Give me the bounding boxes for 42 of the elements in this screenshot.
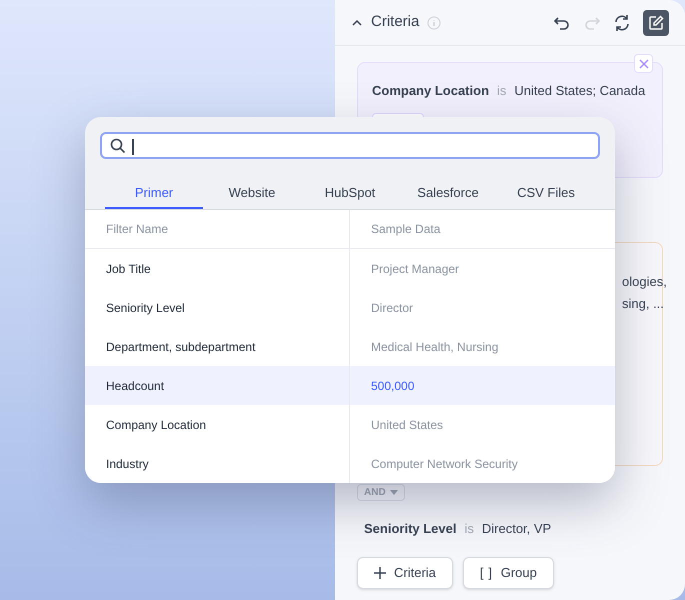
column-header: Filter Name [106, 221, 168, 238]
search-icon [110, 138, 126, 154]
caret-icon [390, 490, 398, 495]
close-button[interactable] [634, 54, 653, 73]
table-row[interactable]: Headcount 500,000 [85, 366, 615, 405]
add-group-button[interactable]: [ ] Group [462, 556, 554, 588]
criteria-field: Company Location [372, 81, 490, 100]
table-cell-text: Industry [106, 456, 149, 472]
table-cell-text: Director [371, 300, 414, 316]
edit-icon [648, 14, 664, 30]
criteria-value: Director, VP [482, 520, 552, 538]
add-criteria-button[interactable]: Criteria [357, 556, 453, 588]
tab[interactable]: HubSpot [301, 178, 399, 209]
table-cell-text: Project Manager [371, 260, 460, 278]
refresh-icon[interactable] [613, 14, 631, 32]
tab[interactable]: CSV Files [497, 178, 595, 209]
table-cell-text: Company Location [106, 416, 206, 434]
search-field[interactable] [100, 132, 600, 160]
table-cell-text: Medical Health, Nursing [371, 338, 498, 356]
criteria-value: sing, ... [622, 295, 664, 313]
criteria-field: Seniority Level [364, 519, 456, 538]
collapse-icon[interactable] [351, 18, 363, 26]
column-header: Sample Data [371, 221, 440, 238]
table-cell-text: Computer Network Security [371, 456, 518, 472]
table-cell-text: United States [371, 416, 444, 434]
table-cell-text: Headcount [106, 378, 164, 394]
table-cell-text: 500,000 [371, 378, 414, 394]
edit-button[interactable] [643, 10, 669, 36]
table-row[interactable]: Industry Computer Network Security [85, 444, 615, 483]
table-cell-text: Job Title [106, 260, 151, 278]
tab[interactable]: Website [203, 178, 301, 209]
tab[interactable]: Salesforce [399, 178, 497, 209]
table-cell-text: Seniority Level [106, 300, 185, 316]
table-cell-text: Department, subdepartment [106, 338, 256, 356]
criteria-operator: is [497, 82, 506, 100]
text-cursor [132, 139, 134, 155]
plus-icon [374, 566, 386, 578]
panel-title: Criteria [371, 12, 420, 32]
criteria-value: United States; Canada [514, 82, 646, 100]
close-icon [638, 58, 648, 68]
criteria-operator: is [464, 520, 474, 538]
criteria-value: ologies, [622, 273, 667, 291]
